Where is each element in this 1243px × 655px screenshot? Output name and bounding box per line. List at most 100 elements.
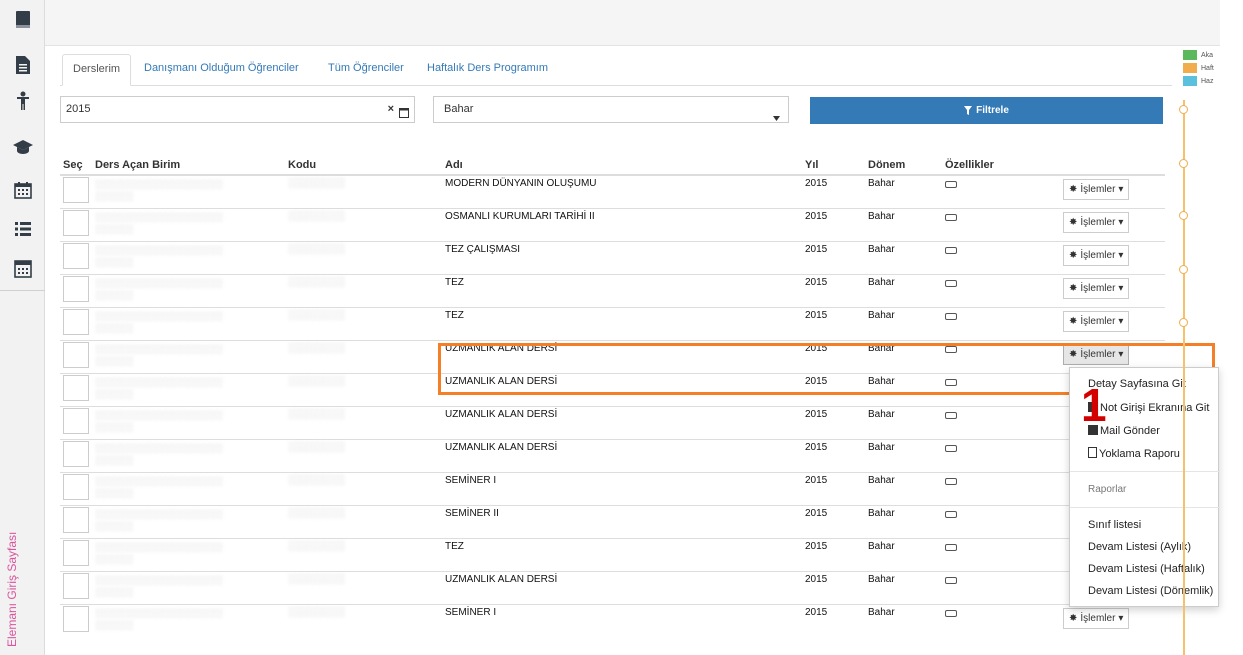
unit-redacted-text: ░░░░░░░░░░░░░░░░░░░░ ░░░░░░ (95, 442, 223, 465)
select-checkbox[interactable] (63, 407, 89, 434)
select-checkbox[interactable] (63, 539, 89, 566)
list-icon[interactable] (0, 211, 45, 247)
feature-badge-icon[interactable] (945, 181, 957, 188)
table-row: ░░░░░░░░░░░░░░░░░░░░ ░░░░░░ ░░░░░░░░ TEZ 201… (60, 306, 1165, 340)
select-checkbox[interactable] (63, 374, 89, 401)
file-icon (1088, 447, 1097, 458)
select-checkbox[interactable] (63, 177, 89, 203)
tab-weekly-schedule[interactable]: Haftalık Ders Programım (417, 54, 558, 86)
table-row: ░░░░░░░░░░░░░░░░░░░░ ░░░░░░ ░░░░░░░░ TEZ 201… (60, 537, 1165, 571)
term-cell: Bahar (865, 504, 942, 538)
tab-derslerim[interactable]: Derslerim (62, 54, 132, 86)
select-cell (60, 438, 92, 472)
feature-badge-icon[interactable] (945, 444, 957, 452)
book-icon[interactable] (0, 2, 45, 38)
clear-icon[interactable]: × (388, 97, 394, 122)
feature-badge-icon[interactable] (945, 213, 957, 221)
actions-button[interactable]: ✸ İşlemler ▾ (1063, 277, 1130, 299)
year-cell: 2015 (802, 438, 865, 472)
feature-badge-icon[interactable] (945, 477, 957, 485)
feature-badge-icon[interactable] (945, 312, 957, 320)
calendar-picker-icon[interactable] (399, 103, 409, 128)
actions-button[interactable]: ✸ İşlemler ▾ (1063, 607, 1130, 629)
tab-all-students[interactable]: Tüm Öğrenciler (318, 54, 414, 86)
code-cell: ░░░░░░░░ (285, 603, 442, 637)
gear-icon: ✸ (1069, 315, 1078, 327)
select-checkbox[interactable] (63, 275, 89, 302)
timeline-dot (1179, 159, 1188, 168)
unit-cell: ░░░░░░░░░░░░░░░░░░░░ ░░░░░░ (92, 438, 285, 472)
calendar-icon[interactable] (0, 172, 45, 208)
term-cell: Bahar (865, 471, 942, 505)
unit-cell: ░░░░░░░░░░░░░░░░░░░░ ░░░░░░ (92, 240, 285, 274)
legend-swatch (1183, 76, 1197, 86)
unit-cell: ░░░░░░░░░░░░░░░░░░░░ ░░░░░░ (92, 570, 285, 604)
year-cell: 2015 (802, 537, 865, 571)
year-cell: 2015 (802, 174, 865, 208)
document-icon[interactable] (0, 47, 45, 83)
actions-button[interactable]: ✸ İşlemler ▾ (1063, 244, 1130, 266)
legend-item: Aka (1183, 50, 1213, 60)
legend-label: Haft (1201, 64, 1214, 72)
select-cell (60, 306, 92, 340)
person-icon[interactable] (0, 83, 45, 119)
table-row: ░░░░░░░░░░░░░░░░░░░░ ░░░░░░ ░░░░░░░░ OSMANL… (60, 207, 1165, 241)
unit-cell: ░░░░░░░░░░░░░░░░░░░░ ░░░░░░ (92, 339, 285, 373)
course-name-cell: TEZ ÇALIŞMASI (442, 240, 802, 274)
select-checkbox[interactable] (63, 440, 89, 467)
term-cell: Bahar (865, 438, 942, 472)
code-redacted-text: ░░░░░░░░ (288, 210, 345, 222)
menu-item-monthly-attendance[interactable]: Devam Listesi (Aylık) (1088, 541, 1191, 553)
legend-label: Aka (1201, 51, 1214, 59)
select-checkbox[interactable] (63, 341, 89, 368)
select-checkbox[interactable] (63, 473, 89, 500)
actions-button[interactable]: ✸ İşlemler ▾ (1063, 310, 1130, 332)
timeline-dot (1179, 265, 1188, 274)
sidebar-vertical-label[interactable]: Elemanı Giriş Sayfası (5, 477, 19, 647)
table-row: ░░░░░░░░░░░░░░░░░░░░ ░░░░░░ ░░░░░░░░ UZMANL… (60, 405, 1165, 439)
menu-item-class-list[interactable]: Sınıf listesi (1088, 519, 1141, 531)
feature-badge-icon[interactable] (945, 246, 957, 254)
actions-button[interactable]: ✸ İşlemler ▾ (1063, 211, 1130, 233)
graduation-cap-icon[interactable] (0, 129, 45, 165)
legend-swatch (1183, 63, 1197, 73)
unit-redacted-text: ░░░░░░░░░░░░░░░░░░░░ ░░░░░░ (95, 343, 223, 366)
select-checkbox[interactable] (63, 209, 89, 236)
term-select[interactable]: Bahar (433, 96, 789, 123)
select-cell (60, 471, 92, 505)
actions-button-label: İşlemler (1080, 249, 1116, 261)
gear-icon: ✸ (1069, 612, 1078, 624)
year-input[interactable]: 2015 × (60, 96, 415, 123)
feature-badge-icon[interactable] (945, 510, 957, 518)
select-checkbox[interactable] (63, 605, 89, 632)
course-name-cell: UZMANLIK ALAN DERSİ (442, 570, 802, 604)
term-cell: Bahar (865, 273, 942, 307)
header-term: Dönem (865, 155, 942, 176)
year-cell: 2015 (802, 405, 865, 439)
features-cell (942, 504, 1060, 538)
calculator-icon[interactable] (0, 251, 45, 287)
unit-redacted-text: ░░░░░░░░░░░░░░░░░░░░ ░░░░░░ (95, 179, 223, 201)
tab-advisees[interactable]: Danışmanı Olduğum Öğrenciler (134, 54, 309, 86)
feature-badge-icon[interactable] (945, 543, 957, 551)
feature-badge-icon[interactable] (945, 576, 957, 584)
year-input-value: 2015 (66, 103, 91, 115)
menu-item-weekly-attendance[interactable]: Devam Listesi (Haftalık) (1088, 563, 1205, 575)
course-name-cell: TEZ (442, 306, 802, 340)
gear-icon: ✸ (1069, 184, 1078, 195)
unit-redacted-text: ░░░░░░░░░░░░░░░░░░░░ ░░░░░░ (95, 574, 223, 597)
course-name-cell: TEZ (442, 537, 802, 571)
legend-item: Haft (1183, 63, 1214, 73)
feature-badge-icon[interactable] (945, 609, 957, 617)
feature-badge-icon[interactable] (945, 411, 957, 419)
select-checkbox[interactable] (63, 308, 89, 335)
menu-item-semester-attendance[interactable]: Devam Listesi (Dönemlik) (1088, 585, 1213, 597)
filter-button[interactable]: Filtrele (810, 97, 1163, 124)
select-checkbox[interactable] (63, 572, 89, 599)
select-checkbox[interactable] (63, 242, 89, 269)
actions-button[interactable]: ✸ İşlemler ▾ (1063, 179, 1130, 200)
feature-badge-icon[interactable] (945, 279, 957, 287)
select-checkbox[interactable] (63, 506, 89, 533)
unit-cell: ░░░░░░░░░░░░░░░░░░░░ ░░░░░░ (92, 306, 285, 340)
menu-item-attendance-report[interactable]: Yoklama Raporu (1088, 447, 1180, 460)
